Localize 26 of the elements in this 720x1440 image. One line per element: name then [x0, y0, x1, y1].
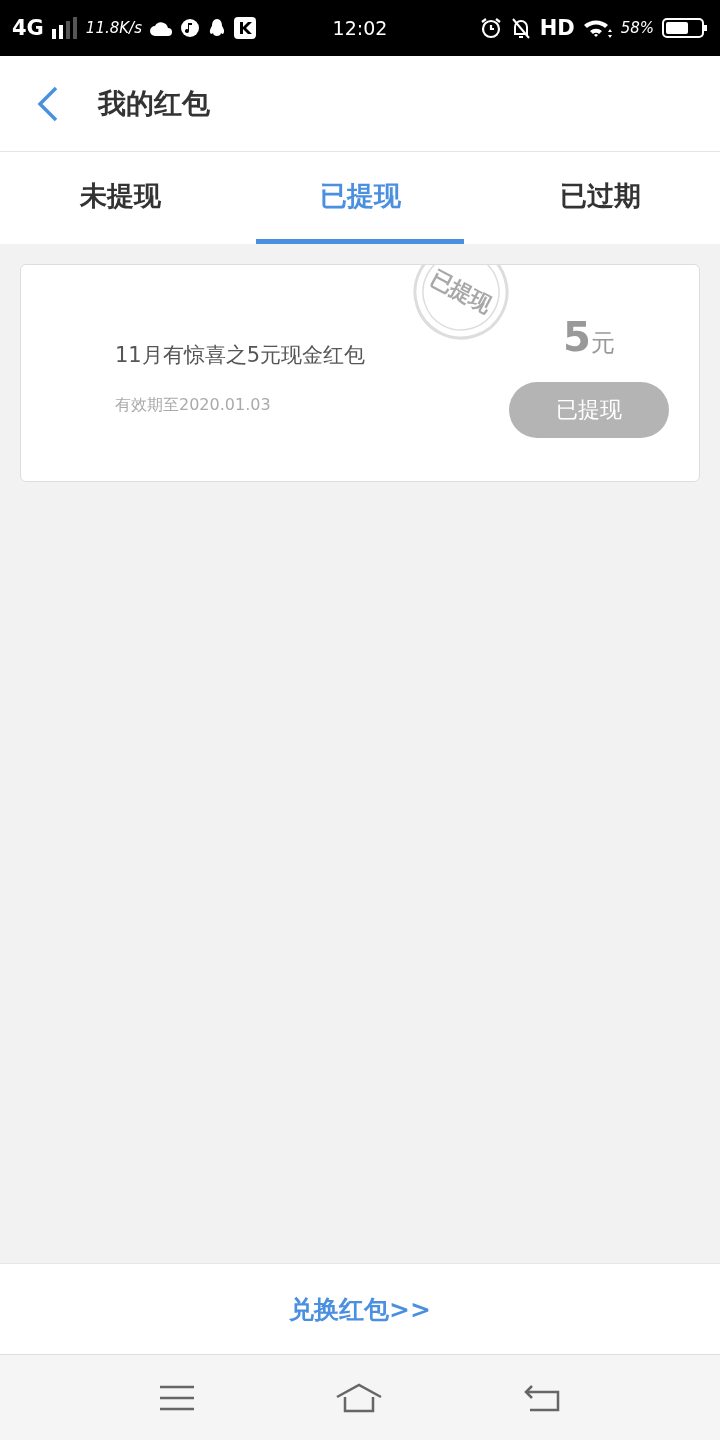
battery-icon	[662, 17, 708, 39]
alarm-icon	[479, 17, 502, 39]
music-note-icon	[179, 18, 200, 38]
amount: 5	[563, 314, 591, 360]
tab[interactable]: 已提现	[256, 152, 464, 244]
back-icon[interactable]	[523, 1383, 560, 1412]
home-icon[interactable]	[335, 1382, 383, 1413]
app-k-icon	[233, 17, 256, 39]
hd-label: HD	[539, 16, 575, 40]
signal-icon	[51, 17, 78, 39]
redeem-link[interactable]: 兑换红包>>	[289, 1292, 431, 1326]
cloud-icon	[149, 19, 172, 37]
muted-bell-icon	[509, 17, 532, 39]
network-type: 4G	[12, 16, 44, 40]
battery-percent: 58%	[620, 19, 654, 37]
tab[interactable]: 未提现	[16, 152, 224, 244]
penguin-icon	[207, 18, 226, 38]
clock-time: 12:02	[332, 17, 388, 39]
network-speed: 11.8K/s	[85, 19, 142, 37]
tab[interactable]: 已过期	[496, 152, 704, 244]
menu-icon[interactable]	[160, 1384, 195, 1411]
packet-title: 11月有惊喜之5元现金红包	[115, 341, 366, 369]
page-title: 我的红包	[98, 85, 210, 122]
wifi-icon	[582, 17, 613, 39]
currency-unit: 元	[590, 328, 615, 359]
expiry-date: 有效期至2020.01.03	[115, 394, 272, 416]
